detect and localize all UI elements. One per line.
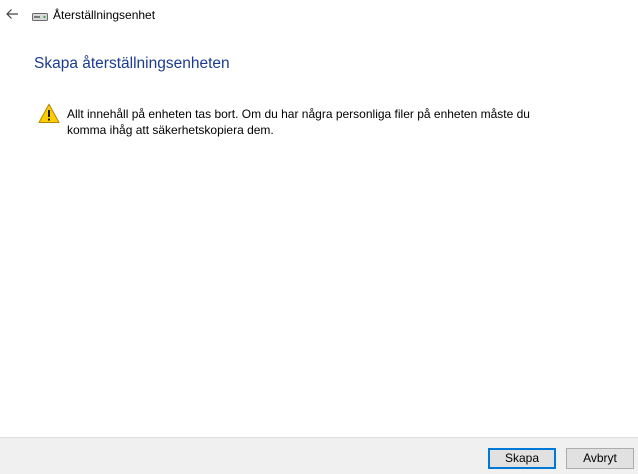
- drive-icon: [32, 13, 48, 21]
- back-arrow-icon: [6, 9, 18, 19]
- recovery-drive-window: Återställningsenhet Skapa återställnings…: [0, 0, 638, 474]
- back-button[interactable]: [2, 4, 22, 24]
- warning-icon: [38, 103, 60, 123]
- page-title: Skapa återställningsenheten: [34, 55, 230, 72]
- cancel-button[interactable]: Avbryt: [566, 448, 634, 469]
- title-bar: Återställningsenhet: [0, 0, 638, 30]
- window-title: Återställningsenhet: [53, 8, 156, 22]
- warning-text: Allt innehåll på enheten tas bort. Om du…: [67, 107, 530, 137]
- create-button[interactable]: Skapa: [488, 448, 556, 469]
- button-bar: Skapa Avbryt: [0, 437, 638, 474]
